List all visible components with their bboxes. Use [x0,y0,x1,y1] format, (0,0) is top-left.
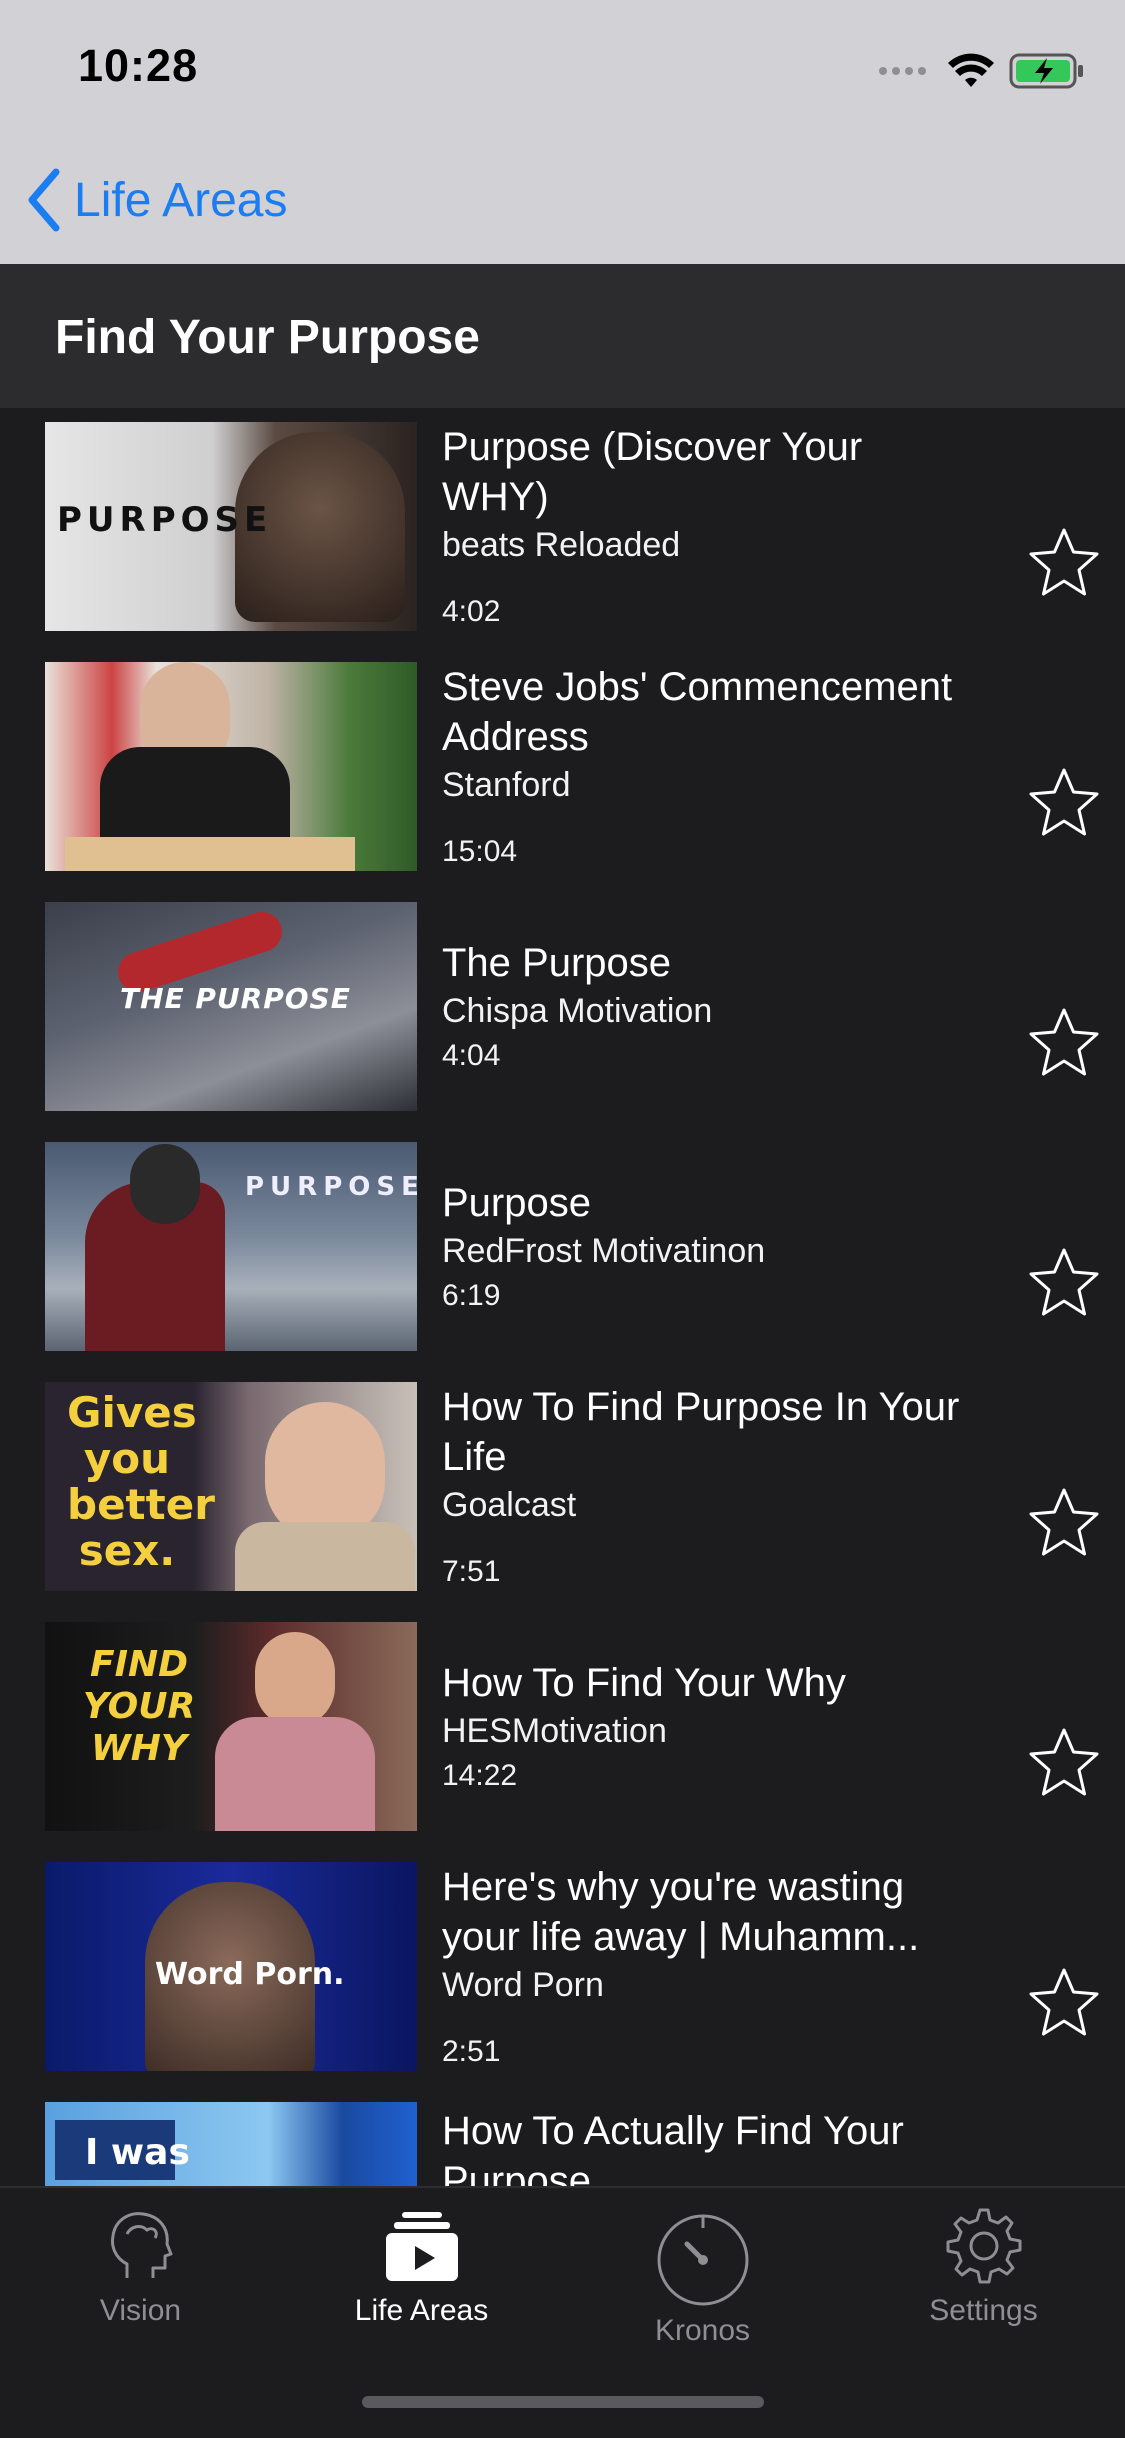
tab-kronos[interactable]: Kronos [562,2206,843,2386]
navigation-bar: Life Areas [0,132,1125,264]
video-title: The Purpose [442,941,672,985]
video-thumbnail: FIND YOUR WHY [45,1622,417,1831]
video-thumbnail: Word Porn. [45,1862,417,2071]
video-channel: beats Reloaded [442,526,681,564]
wifi-icon [947,53,995,94]
video-channel: Stanford [442,766,571,804]
tab-vision[interactable]: Vision [0,2206,281,2386]
tab-label: Life Areas [354,2294,489,2327]
video-info: Here's why you're wasting your life away… [442,1848,962,2088]
thumbnail-caption: PURPOSE [245,1172,417,1202]
video-row[interactable]: PURPOSE Purpose (Discover Your WHY) beat… [0,408,1125,650]
battery-icon [1009,52,1085,95]
video-info: The Purpose Chispa Motivation 4:04 [442,888,962,1128]
video-info: How To Find Purpose In Your Life Goalcas… [442,1368,962,1608]
star-icon[interactable] [1027,1726,1101,1800]
video-duration: 14:22 [442,1759,518,1792]
video-channel: Chispa Motivation [442,992,713,1030]
video-info: Steve Jobs' Commencement Address Stanfor… [442,648,962,888]
signal-icon [877,64,933,83]
video-title: How To Find Your Why [442,1661,846,1705]
video-row[interactable]: Word Porn. Here's why you're wasting you… [0,1848,1125,2090]
tab-life-areas[interactable]: Life Areas [281,2206,562,2386]
status-time: 10:28 [78,40,199,91]
video-row[interactable]: PURPOSE Purpose RedFrost Motivatinon 6:1… [0,1128,1125,1370]
video-row[interactable]: FIND YOUR WHY How To Find Your Why HESMo… [0,1608,1125,1850]
video-title: Purpose [442,1181,591,1225]
thumbnail-caption: Gives you better sex. [67,1388,215,1575]
tab-label: Settings [929,2294,1038,2327]
thumbnail-caption: Word Porn. [155,1957,345,1992]
video-title: Here's why you're wasting your life away… [442,1865,920,1959]
back-button[interactable]: Life Areas [24,168,287,232]
back-label: Life Areas [74,173,288,227]
video-channel: HESMotivation [442,1712,667,1750]
star-icon[interactable] [1027,1966,1101,2040]
video-thumbnail: I was [45,2102,417,2186]
video-duration: 4:02 [442,595,501,628]
star-icon[interactable] [1027,526,1101,600]
status-bar: 10:28 [0,0,1125,132]
tab-label: Vision [99,2294,182,2327]
video-thumbnail [45,662,417,871]
video-list[interactable]: PURPOSE Purpose (Discover Your WHY) beat… [0,408,1125,2186]
video-row[interactable]: Steve Jobs' Commencement Address Stanfor… [0,648,1125,890]
timer-icon [657,2214,748,2306]
gear-icon [946,2208,1021,2284]
chevron-left-icon [28,168,60,232]
video-duration: 6:19 [442,1279,501,1312]
head-icon [110,2212,172,2278]
page-title: Find Your Purpose [55,311,480,364]
video-row[interactable]: THE PURPOSE The Purpose Chispa Motivatio… [0,888,1125,1130]
video-title: Steve Jobs' Commencement Address [442,665,953,759]
video-stack-icon [385,2212,458,2281]
tab-label: Kronos [654,2314,751,2347]
star-icon[interactable] [1027,766,1101,840]
video-title: How To Actually Find Your Purpose [442,2109,904,2186]
video-duration: 15:04 [442,835,518,868]
video-channel: Goalcast [442,1486,577,1524]
video-row[interactable]: I was How To Actually Find Your Purpose [0,2088,1125,2186]
video-duration: 2:51 [442,2035,501,2068]
status-icons [877,52,1085,95]
video-channel: RedFrost Motivatinon [442,1232,766,1270]
video-title: Purpose (Discover Your WHY) [442,425,863,519]
video-duration: 7:51 [442,1555,501,1588]
video-info: How To Find Your Why HESMotivation 14:22 [442,1608,962,1848]
video-thumbnail: Gives you better sex. [45,1382,417,1591]
tab-settings[interactable]: Settings [843,2206,1124,2386]
video-title: How To Find Purpose In Your Life [442,1385,960,1479]
star-icon[interactable] [1027,1486,1101,1560]
thumbnail-caption: PURPOSE [57,500,273,540]
video-info: Purpose (Discover Your WHY) beats Reload… [442,408,962,648]
video-info: How To Actually Find Your Purpose [442,2106,962,2186]
video-info: Purpose RedFrost Motivatinon 6:19 [442,1128,962,1368]
thumbnail-caption: FIND YOUR WHY [82,1644,196,1769]
video-thumbnail: PURPOSE [45,1142,417,1351]
video-duration: 4:04 [442,1039,501,1072]
video-thumbnail: PURPOSE [45,422,417,631]
video-thumbnail: THE PURPOSE [45,902,417,1111]
star-icon[interactable] [1027,1006,1101,1080]
thumbnail-caption: I was [85,2132,190,2173]
star-icon[interactable] [1027,1246,1101,1320]
thumbnail-caption: THE PURPOSE [120,982,351,1015]
video-row[interactable]: Gives you better sex. How To Find Purpos… [0,1368,1125,1610]
home-indicator [362,2396,764,2408]
section-header: Find Your Purpose [0,264,1125,408]
video-channel: Word Porn [442,1966,604,2004]
